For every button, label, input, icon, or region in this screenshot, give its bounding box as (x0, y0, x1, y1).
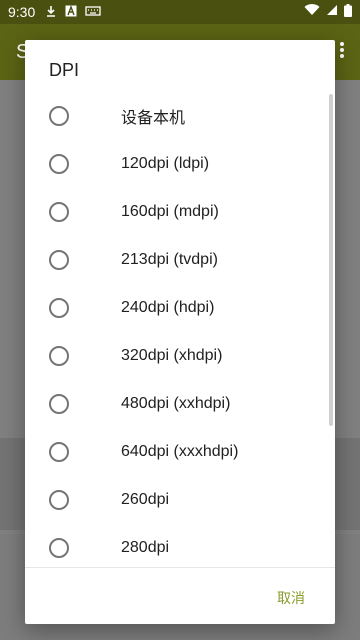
signal-icon (326, 4, 338, 20)
radio-button[interactable] (49, 202, 69, 222)
option-label: 320dpi (xhdpi) (121, 347, 223, 364)
status-time: 9:30 (8, 4, 36, 20)
scrollbar[interactable] (329, 94, 333, 426)
radio-button[interactable] (49, 154, 69, 174)
option-280dpi[interactable]: 280dpi (25, 524, 335, 568)
option-label: 260dpi (121, 491, 170, 508)
option-device-native[interactable]: 设备本机 (25, 92, 335, 140)
option-240dpi[interactable]: 240dpi (hdpi) (25, 284, 335, 332)
option-label: 280dpi (121, 539, 170, 556)
radio-button[interactable] (49, 394, 69, 414)
option-label: 480dpi (xxhdpi) (121, 395, 231, 412)
a-icon (65, 4, 77, 20)
option-120dpi[interactable]: 120dpi (ldpi) (25, 140, 335, 188)
radio-button[interactable] (49, 346, 69, 366)
option-480dpi[interactable]: 480dpi (xxhdpi) (25, 380, 335, 428)
dpi-dialog: DPI 设备本机 120dpi (ldpi) 160dpi (mdpi) 213… (25, 40, 335, 624)
radio-button[interactable] (49, 298, 69, 318)
wifi-icon (304, 4, 320, 20)
option-label: 240dpi (hdpi) (121, 299, 215, 316)
dialog-title: DPI (49, 60, 80, 80)
cancel-button[interactable]: 取消 (269, 580, 313, 616)
download-icon (45, 5, 57, 20)
option-label: 160dpi (mdpi) (121, 203, 219, 220)
option-label: 120dpi (ldpi) (121, 155, 210, 172)
option-label: 设备本机 (121, 110, 186, 127)
radio-button[interactable] (49, 490, 69, 510)
more-options-icon[interactable] (340, 41, 344, 64)
radio-button[interactable] (49, 442, 69, 462)
option-213dpi[interactable]: 213dpi (tvdpi) (25, 236, 335, 284)
radio-button[interactable] (49, 538, 69, 558)
keyboard-icon (85, 5, 101, 20)
divider (25, 567, 335, 568)
radio-button[interactable] (49, 250, 69, 270)
battery-icon (344, 3, 352, 21)
option-640dpi[interactable]: 640dpi (xxxhdpi) (25, 428, 335, 476)
option-label: 640dpi (xxxhdpi) (121, 443, 239, 460)
option-260dpi[interactable]: 260dpi (25, 476, 335, 524)
radio-button[interactable] (49, 106, 69, 126)
options-list[interactable]: 设备本机 120dpi (ldpi) 160dpi (mdpi) 213dpi … (25, 92, 335, 568)
option-320dpi[interactable]: 320dpi (xhdpi) (25, 332, 335, 380)
option-label: 213dpi (tvdpi) (121, 251, 218, 268)
status-bar: 9:30 (0, 0, 360, 24)
option-160dpi[interactable]: 160dpi (mdpi) (25, 188, 335, 236)
